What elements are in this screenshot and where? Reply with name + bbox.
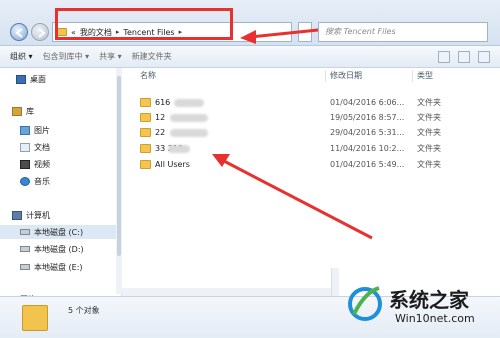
forward-button[interactable] [31, 23, 49, 41]
refresh-button[interactable] [298, 22, 312, 42]
watermark: 系统之家 Win10net.com [345, 280, 500, 338]
sidebar-item-pictures[interactable]: 图片 [0, 123, 121, 137]
arrow-right-icon [38, 28, 46, 38]
column-divider[interactable] [325, 70, 326, 82]
sidebar-item-label: 计算机 [26, 210, 50, 220]
music-icon [20, 176, 30, 186]
command-toolbar: 组织 ▾ 包含到库中 ▾ 共享 ▾ 新建文件夹 [0, 46, 500, 68]
folder-icon [140, 98, 151, 107]
sidebar-item-computer[interactable]: 计算机 [0, 208, 121, 222]
file-row[interactable]: 12 19/05/2016 8:57... 文件夹 [122, 111, 500, 124]
sidebar-item-drive-c[interactable]: 本地磁盘 (C:) [0, 225, 121, 239]
organize-button[interactable]: 组织 ▾ [10, 51, 33, 62]
file-name: 12 [155, 113, 166, 122]
navigation-pane: 桌面 库 图片 文档 视频 音乐 计算机 本地磁盘 (C:) 本地磁盘 (D:)… [0, 68, 122, 296]
column-divider[interactable] [412, 70, 413, 82]
folder-icon [140, 144, 151, 153]
include-in-library-button[interactable]: 包含到库中 ▾ [43, 51, 90, 62]
file-type: 文件夹 [417, 144, 441, 153]
library-icon [12, 106, 22, 116]
watermark-site: Win10net.com [395, 312, 475, 325]
file-row[interactable]: 616 01/04/2016 6:06... 文件夹 [122, 96, 500, 109]
column-header-date[interactable]: 修改日期 [330, 68, 362, 84]
file-list: 名称 修改日期 类型 616 01/04/2016 6:06... 文件夹 12… [122, 68, 500, 296]
sidebar-item-libraries[interactable]: 库 [0, 104, 121, 118]
help-icon[interactable] [478, 51, 490, 63]
sidebar-item-desktop[interactable]: 桌面 [0, 72, 121, 86]
redaction-blur [168, 145, 190, 153]
sidebar-item-drive-d[interactable]: 本地磁盘 (D:) [0, 242, 121, 256]
new-folder-button[interactable]: 新建文件夹 [132, 51, 172, 62]
file-name: 22 [155, 128, 166, 137]
preview-pane-icon[interactable] [458, 51, 470, 63]
folder-icon [140, 160, 151, 169]
drive-icon [20, 264, 30, 270]
videos-icon [20, 159, 30, 169]
sidebar-item-music[interactable]: 音乐 [0, 174, 121, 188]
redaction-blur [174, 99, 204, 107]
sidebar-item-label: 库 [26, 106, 34, 116]
file-name: All Users [155, 160, 190, 169]
file-date: 11/04/2016 10:2... [330, 144, 405, 153]
file-row[interactable]: 33 218 11/04/2016 10:2... 文件夹 [122, 142, 500, 155]
column-header-name[interactable]: 名称 [140, 68, 156, 84]
sidebar-item-documents[interactable]: 文档 [0, 140, 121, 154]
redaction-blur [170, 129, 208, 137]
file-row[interactable]: 22 29/04/2016 5:31... 文件夹 [122, 126, 500, 139]
address-highlight-box [55, 8, 233, 40]
column-header-type[interactable]: 类型 [417, 68, 433, 84]
logo-icon [348, 286, 382, 321]
file-date: 01/04/2016 5:49... [330, 160, 405, 169]
arrow-left-icon [15, 28, 23, 38]
file-type: 文件夹 [417, 128, 441, 137]
search-input[interactable]: 搜索 Tencent Files [318, 22, 488, 42]
sidebar-item-label: 桌面 [30, 74, 46, 84]
item-count: 5 个对象 [68, 306, 100, 315]
scrollbar-thumb[interactable] [117, 76, 121, 256]
sidebar-item-label: 本地磁盘 (E:) [34, 262, 83, 272]
horizontal-scrollbar[interactable] [122, 288, 331, 296]
sidebar-item-label: 文档 [34, 142, 50, 152]
sidebar-item-label: 图片 [34, 125, 50, 135]
file-name: 616 [155, 98, 171, 107]
view-options-icon[interactable] [438, 51, 450, 63]
sidebar-item-label: 视频 [34, 159, 50, 169]
sidebar-item-label: 本地磁盘 (C:) [34, 227, 84, 237]
folder-icon [140, 128, 151, 137]
drive-icon [20, 246, 30, 252]
redaction-blur [170, 114, 208, 122]
documents-icon [20, 142, 30, 152]
file-date: 29/04/2016 5:31... [330, 128, 405, 137]
folder-icon [22, 305, 48, 331]
file-type: 文件夹 [417, 98, 441, 107]
drive-icon [20, 229, 30, 235]
sidebar-item-videos[interactable]: 视频 [0, 157, 121, 171]
file-date: 19/05/2016 8:57... [330, 113, 405, 122]
share-button[interactable]: 共享 ▾ [99, 51, 122, 62]
pictures-icon [20, 125, 30, 135]
computer-icon [12, 210, 22, 220]
folder-icon [140, 113, 151, 122]
file-type: 文件夹 [417, 160, 441, 169]
sidebar-item-label: 本地磁盘 (D:) [34, 244, 84, 254]
file-row[interactable]: All Users 01/04/2016 5:49... 文件夹 [122, 158, 500, 171]
sidebar-item-label: 音乐 [34, 176, 50, 186]
watermark-title: 系统之家 [389, 288, 469, 312]
file-date: 01/04/2016 6:06... [330, 98, 405, 107]
desktop-icon [16, 74, 26, 84]
sidebar-item-drive-e[interactable]: 本地磁盘 (E:) [0, 260, 121, 274]
file-type: 文件夹 [417, 113, 441, 122]
back-button[interactable] [10, 23, 28, 41]
